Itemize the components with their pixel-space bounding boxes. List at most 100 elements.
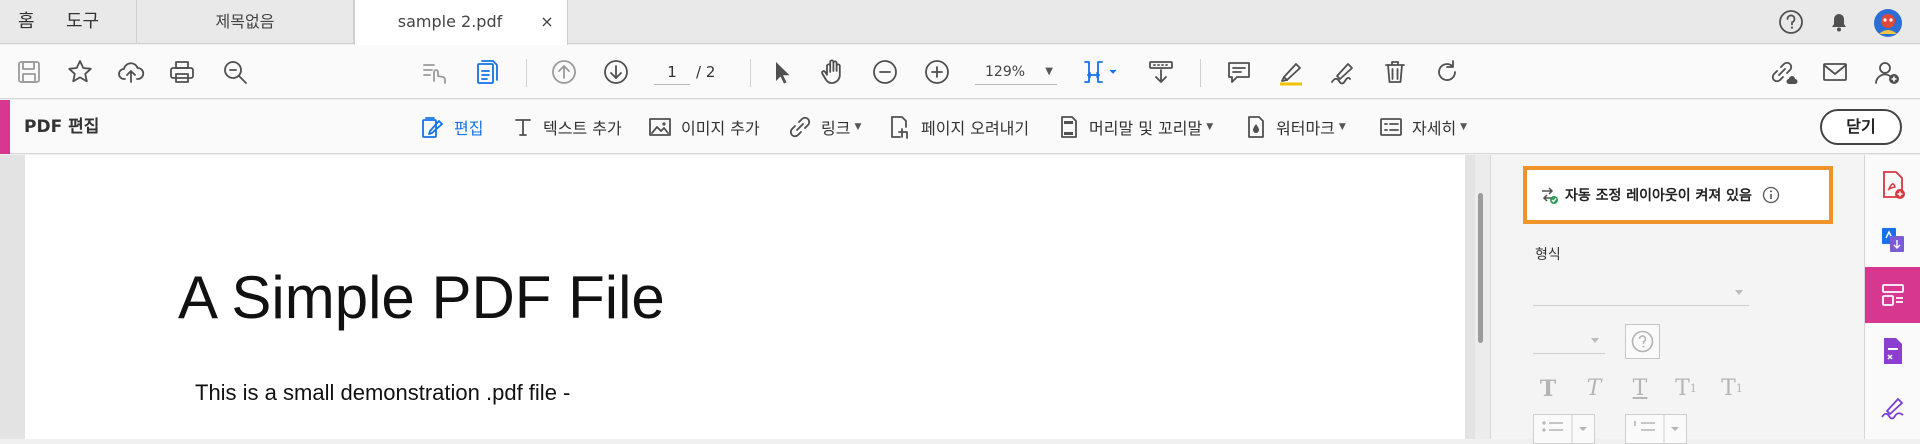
comment-icon[interactable] xyxy=(1224,57,1254,87)
notifications-bell-icon[interactable] xyxy=(1825,8,1853,36)
user-avatar[interactable] xyxy=(1873,8,1902,37)
tools-rail xyxy=(1864,155,1920,439)
scrollbar-thumb[interactable] xyxy=(1478,193,1483,343)
zoom-in-icon[interactable] xyxy=(922,57,952,87)
chevron-down-icon xyxy=(1735,290,1743,295)
superscript-icon[interactable]: T1 xyxy=(1672,375,1700,403)
watermark-icon xyxy=(1248,116,1264,138)
info-icon[interactable] xyxy=(1762,186,1780,204)
format-section-label: 형식 xyxy=(1535,247,1561,263)
tab-label: 제목없음 xyxy=(215,12,275,31)
highlight-pen-icon[interactable] xyxy=(1276,57,1306,87)
zoom-level-value: 129% xyxy=(985,64,1026,80)
tool-title: PDF 편집 xyxy=(24,117,100,137)
vertical-scrollbar[interactable] xyxy=(1475,155,1490,439)
document-paragraph[interactable]: This is a small demonstration .pdf file … xyxy=(195,380,570,406)
save-icon[interactable] xyxy=(14,57,44,87)
create-pdf-tool[interactable] xyxy=(1865,157,1920,213)
crop-pages-label: 페이지 오려내기 xyxy=(921,119,1030,138)
document-tab-sample[interactable]: sample 2.pdf × xyxy=(354,0,568,45)
fill-sign-tool[interactable] xyxy=(1865,379,1920,435)
link-icon xyxy=(789,116,811,138)
toolbar-separator xyxy=(526,59,527,87)
link-label: 링크 xyxy=(821,119,851,138)
export-pdf-icon[interactable] xyxy=(472,57,502,87)
next-page-icon[interactable] xyxy=(601,57,631,87)
header-footer-button[interactable]: 머리말 및 꼬리말 ▼ xyxy=(1057,100,1213,154)
header-footer-icon xyxy=(1061,116,1077,138)
home-tab[interactable]: 홈 xyxy=(18,0,35,44)
tools-tab[interactable]: 도구 xyxy=(66,0,99,44)
scroll-mode-icon[interactable] xyxy=(1146,57,1176,87)
redo-rotate-icon[interactable] xyxy=(1432,57,1462,87)
more-button[interactable]: 자세히 ▼ xyxy=(1378,100,1467,154)
chevron-down-icon: ▼ xyxy=(1338,122,1346,132)
page-number-input[interactable]: 1 xyxy=(654,59,690,85)
font-size-select[interactable] xyxy=(1533,330,1605,354)
main-toolbar: 1 / 2 129% ▼ xyxy=(0,45,1920,99)
tab-label: sample 2.pdf xyxy=(397,12,503,31)
italic-icon[interactable]: T xyxy=(1580,375,1608,403)
add-text-button[interactable]: 텍스트 추가 xyxy=(511,100,622,154)
hand-pan-icon[interactable] xyxy=(818,57,848,87)
document-tab-untitled[interactable]: 제목없음 xyxy=(136,0,354,44)
fill-form-tool[interactable] xyxy=(1865,323,1920,379)
tool-accent-bar xyxy=(0,100,10,154)
bold-icon[interactable]: T xyxy=(1534,375,1562,403)
share-link-icon[interactable] xyxy=(1767,57,1798,87)
edit-pdf-tool[interactable] xyxy=(1865,267,1920,323)
sign-pen-icon xyxy=(1881,397,1904,420)
image-icon xyxy=(649,118,671,136)
form-icon xyxy=(1884,338,1902,364)
export-pdf-icon xyxy=(1882,228,1904,252)
document-title[interactable]: A Simple PDF File xyxy=(178,263,665,332)
text-icon xyxy=(515,119,531,136)
add-text-label: 텍스트 추가 xyxy=(543,119,622,138)
help-icon[interactable] xyxy=(1777,8,1805,36)
draw-sign-icon[interactable] xyxy=(1328,57,1358,87)
numbered-list-select[interactable] xyxy=(1625,414,1687,444)
font-help-button[interactable] xyxy=(1625,324,1660,359)
chevron-down-icon: ▼ xyxy=(1460,122,1468,132)
chevron-down-icon: ▼ xyxy=(854,122,862,132)
fit-page-width-icon[interactable] xyxy=(1080,57,1122,87)
add-image-button[interactable]: 이미지 추가 xyxy=(647,100,760,154)
zoom-level-select[interactable]: 129% ▼ xyxy=(975,59,1057,85)
hand-sign-icon[interactable] xyxy=(420,57,450,87)
tab-bar: 홈 도구 제목없음 sample 2.pdf × xyxy=(0,0,1920,45)
create-pdf-icon xyxy=(1883,171,1905,199)
export-pdf-tool[interactable] xyxy=(1865,212,1920,268)
auto-layout-label: 자동 조정 레이아웃이 켜져 있음 xyxy=(1565,188,1752,204)
pdf-page[interactable]: A Simple PDF File This is a small demons… xyxy=(25,155,1465,439)
bookmark-star-icon[interactable] xyxy=(65,57,95,87)
previous-page-icon[interactable] xyxy=(549,57,579,87)
close-tab-icon[interactable]: × xyxy=(537,12,557,32)
link-button[interactable]: 링크 ▼ xyxy=(787,100,861,154)
print-icon[interactable] xyxy=(167,57,197,87)
select-cursor-icon[interactable] xyxy=(766,57,796,87)
close-tool-button[interactable]: 닫기 xyxy=(1820,109,1902,145)
auto-layout-status[interactable]: 자동 조정 레이아웃이 켜져 있음 xyxy=(1523,166,1833,224)
crop-pages-button[interactable]: 페이지 오려내기 xyxy=(887,100,1029,154)
bullet-list-select[interactable] xyxy=(1533,414,1595,444)
crop-page-icon xyxy=(891,116,908,139)
cloud-upload-icon[interactable] xyxy=(116,57,146,87)
chevron-down-icon xyxy=(1591,338,1599,343)
more-label: 자세히 xyxy=(1412,119,1457,138)
watermark-button[interactable]: 워터마크 ▼ xyxy=(1244,100,1346,154)
font-family-select[interactable] xyxy=(1533,282,1749,306)
zoom-out-icon[interactable] xyxy=(870,57,900,87)
document-viewport[interactable]: A Simple PDF File This is a small demons… xyxy=(0,155,1490,439)
edit-button[interactable]: 편집 xyxy=(420,100,483,154)
help-icon xyxy=(1631,330,1654,353)
edit-label: 편집 xyxy=(454,119,484,138)
add-user-icon[interactable] xyxy=(1872,57,1902,87)
toolbar-separator xyxy=(750,59,751,87)
find-search-icon[interactable] xyxy=(220,57,250,87)
auto-layout-icon xyxy=(1542,187,1558,204)
subscript-icon[interactable]: T1 xyxy=(1718,375,1746,403)
underline-icon[interactable]: T xyxy=(1626,375,1654,403)
trash-delete-icon[interactable] xyxy=(1380,57,1410,87)
email-envelope-icon[interactable] xyxy=(1820,57,1850,87)
watermark-label: 워터마크 xyxy=(1276,119,1335,138)
